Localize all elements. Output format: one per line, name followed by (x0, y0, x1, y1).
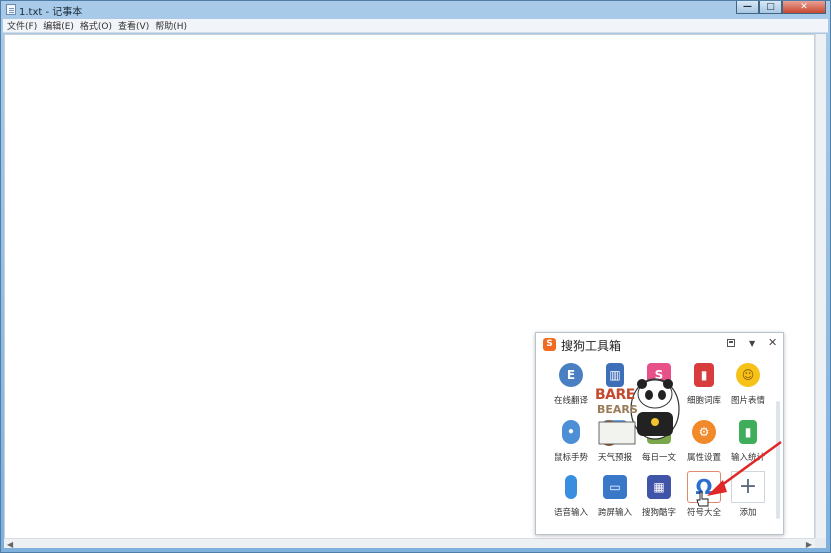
tool-cool-text[interactable]: ▦ 搜狗酷字 (637, 475, 681, 529)
skin-switch-icon[interactable] (727, 339, 735, 347)
horizontal-scrollbar[interactable]: ◀ ▶ (4, 538, 815, 549)
emoji-icon: ☺ (736, 363, 760, 387)
cool-text-icon: ▦ (647, 475, 671, 499)
tool-image-emoji[interactable]: ☺ 图片表情 (726, 363, 770, 417)
microphone-icon (565, 475, 577, 499)
scroll-left-icon[interactable]: ◀ (7, 540, 13, 549)
toolbox-close-icon[interactable]: ✕ (768, 336, 777, 349)
menu-edit[interactable]: 编辑(E) (43, 19, 74, 32)
scroll-right-icon[interactable]: ▶ (806, 540, 812, 549)
mouse-icon: • (562, 420, 580, 444)
window-title: 1.txt - 记事本 (19, 7, 83, 18)
cross-screen-icon: ▭ (603, 475, 627, 499)
title-bar[interactable]: 1.txt - 记事本 — □ ✕ (1, 1, 831, 18)
vertical-scrollbar[interactable] (815, 34, 826, 540)
menu-format[interactable]: 格式(O) (80, 19, 112, 32)
sogou-logo-icon: S (543, 338, 556, 351)
notepad-icon (6, 4, 16, 15)
toolbox-header: S 搜狗工具箱 ▼ ✕ (536, 333, 783, 355)
toolbox-title: 搜狗工具箱 (561, 339, 622, 353)
caption-buttons: — □ ✕ (736, 1, 826, 14)
translate-icon: E (559, 363, 583, 387)
menu-view[interactable]: 查看(V) (118, 19, 149, 32)
mascot-text-bears: BEARS (597, 403, 638, 416)
maximize-button[interactable]: □ (759, 1, 782, 14)
dictionary-icon: ▮ (694, 363, 714, 387)
dropdown-icon[interactable]: ▼ (749, 339, 755, 348)
tool-voice-input[interactable]: 语音输入 (549, 475, 593, 529)
hand-cursor-icon (696, 491, 709, 507)
scrollbar-corner (815, 538, 826, 548)
close-button[interactable]: ✕ (782, 1, 826, 14)
tool-cell-dictionary[interactable]: ▮ 细胞词库 (682, 363, 726, 417)
tool-cross-screen-input[interactable]: ▭ 跨屏输入 (593, 475, 637, 529)
menu-file[interactable]: 文件(F) (7, 19, 37, 32)
menu-help[interactable]: 帮助(H) (155, 19, 187, 32)
menu-bar: 文件(F) 编辑(E) 格式(O) 查看(V) 帮助(H) (3, 19, 828, 33)
minimize-button[interactable]: — (736, 1, 759, 14)
mascot-text-bare: BARE (595, 387, 635, 403)
